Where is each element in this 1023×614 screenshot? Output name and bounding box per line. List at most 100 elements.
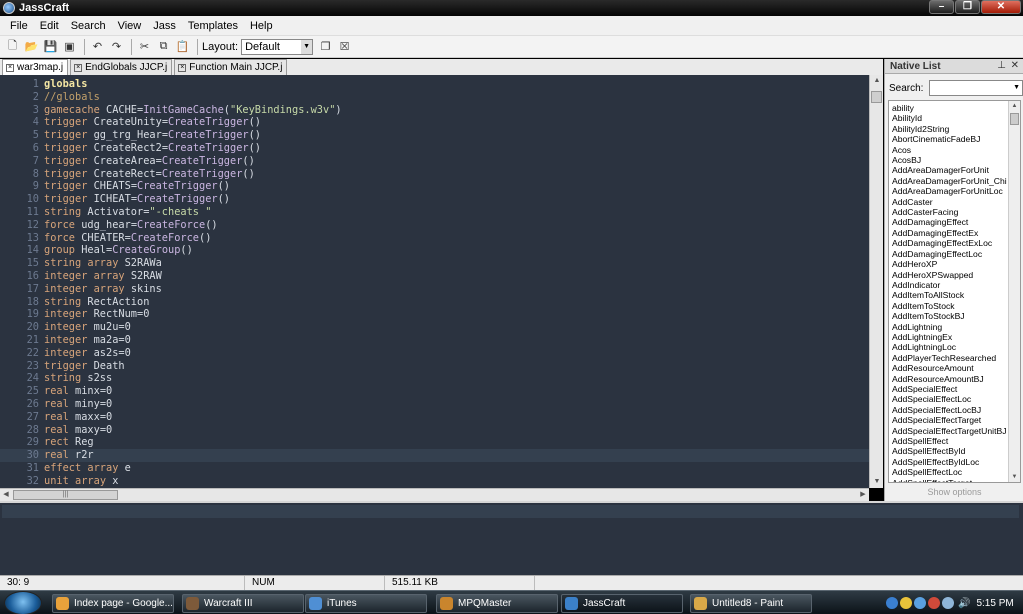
native-list-item[interactable]: AddIndicator <box>892 280 1007 290</box>
tab-close-icon[interactable]: × <box>6 63 14 72</box>
taskbar-button[interactable]: Untitled8 - Paint <box>690 594 812 613</box>
volume-icon[interactable]: 🔊 <box>958 598 970 609</box>
code-line[interactable]: 18 string RectAction <box>0 296 869 309</box>
code-line[interactable]: 28 real maxy=0 <box>0 424 869 437</box>
code-line[interactable]: 22 integer as2s=0 <box>0 347 869 360</box>
scroll-down-icon[interactable]: ▼ <box>1009 472 1020 482</box>
native-list-item[interactable]: AddDamagingEffect <box>892 217 1007 227</box>
tab-endglobals[interactable]: × EndGlobals JJCP.j <box>70 59 173 75</box>
code-line[interactable]: 27 real maxx=0 <box>0 411 869 424</box>
native-list-item[interactable]: AddSpellEffectTarget <box>892 478 1007 482</box>
native-list-item[interactable]: AddLightningLoc <box>892 342 1007 352</box>
native-list-item[interactable]: AddHeroXPSwapped <box>892 270 1007 280</box>
code-line[interactable]: 11 string Activator="-cheats " <box>0 206 869 219</box>
native-list-item[interactable]: AbilityId <box>892 113 1007 123</box>
undo-icon[interactable]: ↶ <box>89 38 106 55</box>
native-list-item[interactable]: ability <box>892 103 1007 113</box>
code-line[interactable]: 30 real r2r <box>0 449 869 462</box>
scroll-down-icon[interactable]: ▼ <box>870 476 884 488</box>
code-line[interactable]: 4 trigger CreateUnity=CreateTrigger() <box>0 116 869 129</box>
menu-search[interactable]: Search <box>65 20 112 32</box>
paste-icon[interactable]: 📋 <box>174 38 191 55</box>
output-pane[interactable] <box>0 501 1023 575</box>
taskbar-button[interactable]: MPQMaster <box>436 594 558 613</box>
native-list-item[interactable]: AddAreaDamagerForUnit_Chi <box>892 176 1007 186</box>
native-list-item[interactable]: AddCasterFacing <box>892 207 1007 217</box>
scroll-up-icon[interactable]: ▲ <box>1009 101 1020 111</box>
scroll-up-icon[interactable]: ▲ <box>870 75 884 87</box>
code-line[interactable]: 2 //globals <box>0 91 869 104</box>
native-list-item[interactable]: AddItemToStock <box>892 301 1007 311</box>
network-icon[interactable] <box>886 597 898 609</box>
code-line[interactable]: 32 unit array x <box>0 475 869 488</box>
close-button[interactable]: ✕ <box>981 0 1021 14</box>
tab-close-icon[interactable]: × <box>178 63 187 72</box>
code-line[interactable]: 17 integer array skins <box>0 283 869 296</box>
editor-horizontal-scrollbar[interactable]: ◀ ||| ▶ <box>0 488 869 501</box>
close-window-icon[interactable]: ☒ <box>336 38 353 55</box>
copy-icon[interactable]: ⧉ <box>155 38 172 55</box>
code-line[interactable]: 7 trigger CreateArea=CreateTrigger() <box>0 155 869 168</box>
security-icon[interactable] <box>928 597 940 609</box>
window-icon[interactable]: ❐ <box>317 38 334 55</box>
code-line[interactable]: 14 group Heal=CreateGroup() <box>0 244 869 257</box>
menu-view[interactable]: View <box>112 20 148 32</box>
menu-jass[interactable]: Jass <box>147 20 182 32</box>
native-list-scrollbar[interactable]: ▲ ▼ <box>1008 101 1020 482</box>
native-list-item[interactable]: AddPlayerTechResearched <box>892 353 1007 363</box>
bluetooth-icon[interactable] <box>914 597 926 609</box>
code-line[interactable]: 21 integer ma2a=0 <box>0 334 869 347</box>
code-line[interactable]: 13 force CHEATER=CreateForce() <box>0 232 869 245</box>
native-list-item[interactable]: AcosBJ <box>892 155 1007 165</box>
tab-function-main[interactable]: × Function Main JJCP.j <box>174 59 288 75</box>
native-list-item[interactable]: AddDamagingEffectExLoc <box>892 238 1007 248</box>
minimize-button[interactable]: – <box>929 0 954 14</box>
code-line[interactable]: 10 trigger ICHEAT=CreateTrigger() <box>0 193 869 206</box>
layout-select[interactable]: Default ▼ <box>241 38 314 55</box>
maximize-button[interactable]: ❐ <box>955 0 980 14</box>
native-list-item[interactable]: AddHeroXP <box>892 259 1007 269</box>
code-line[interactable]: 1 globals <box>0 78 869 91</box>
save-all-icon[interactable]: ▣ <box>61 38 78 55</box>
scroll-left-icon[interactable]: ◀ <box>0 489 12 501</box>
clock[interactable]: 5:15 PM <box>976 598 1013 609</box>
menu-file[interactable]: File <box>4 20 34 32</box>
code-line[interactable]: 20 integer mu2u=0 <box>0 321 869 334</box>
code-line[interactable]: 6 trigger CreateRect2=CreateTrigger() <box>0 142 869 155</box>
code-editor[interactable]: 1 globals 2 //globals 3 gamecache CACHE=InitG… <box>0 75 869 488</box>
native-list-item[interactable]: AbortCinematicFadeBJ <box>892 134 1007 144</box>
open-folder-icon[interactable]: 📂 <box>23 38 40 55</box>
scroll-thumb[interactable] <box>871 91 882 103</box>
code-line[interactable]: 31 effect array e <box>0 462 869 475</box>
code-line[interactable]: 24 string s2ss <box>0 372 869 385</box>
taskbar-button[interactable]: Index page - Google... <box>52 594 174 613</box>
scroll-right-icon[interactable]: ▶ <box>857 489 869 501</box>
code-line[interactable]: 12 force udg_hear=CreateForce() <box>0 219 869 232</box>
native-list-item[interactable]: AddItemToAllStock <box>892 290 1007 300</box>
code-line[interactable]: 3 gamecache CACHE=InitGameCache("KeyBindi… <box>0 104 869 117</box>
taskbar-button[interactable]: iTunes <box>305 594 427 613</box>
scroll-thumb[interactable]: ||| <box>13 490 118 500</box>
code-line[interactable]: 25 real minx=0 <box>0 385 869 398</box>
native-list-item[interactable]: AddSpecialEffect <box>892 384 1007 394</box>
code-line[interactable]: 8 trigger CreateRect=CreateTrigger() <box>0 168 869 181</box>
native-list-item[interactable]: Acos <box>892 145 1007 155</box>
menu-help[interactable]: Help <box>244 20 279 32</box>
editor-vertical-scrollbar[interactable]: ▲ ▼ <box>869 75 883 488</box>
native-list-item[interactable]: AddLightningEx <box>892 332 1007 342</box>
native-list-item[interactable]: AddDamagingEffectLoc <box>892 249 1007 259</box>
taskbar-button[interactable]: Warcraft III <box>182 594 304 613</box>
redo-icon[interactable]: ↷ <box>108 38 125 55</box>
native-list-item[interactable]: AddCaster <box>892 197 1007 207</box>
native-list-item[interactable]: AbilityId2String <box>892 124 1007 134</box>
native-list-item[interactable]: AddSpellEffectByIdLoc <box>892 457 1007 467</box>
code-line[interactable]: 9 trigger CHEATS=CreateTrigger() <box>0 180 869 193</box>
close-icon[interactable]: ✕ <box>1011 60 1019 71</box>
native-list-item[interactable]: AddSpecialEffectLocBJ <box>892 405 1007 415</box>
show-options-link[interactable]: Show options <box>885 487 1023 497</box>
tab-close-icon[interactable]: × <box>74 63 83 72</box>
native-list-item[interactable]: AddResourceAmountBJ <box>892 374 1007 384</box>
code-line[interactable]: 26 real miny=0 <box>0 398 869 411</box>
menu-edit[interactable]: Edit <box>34 20 65 32</box>
native-list-item[interactable]: AddSpellEffectById <box>892 446 1007 456</box>
